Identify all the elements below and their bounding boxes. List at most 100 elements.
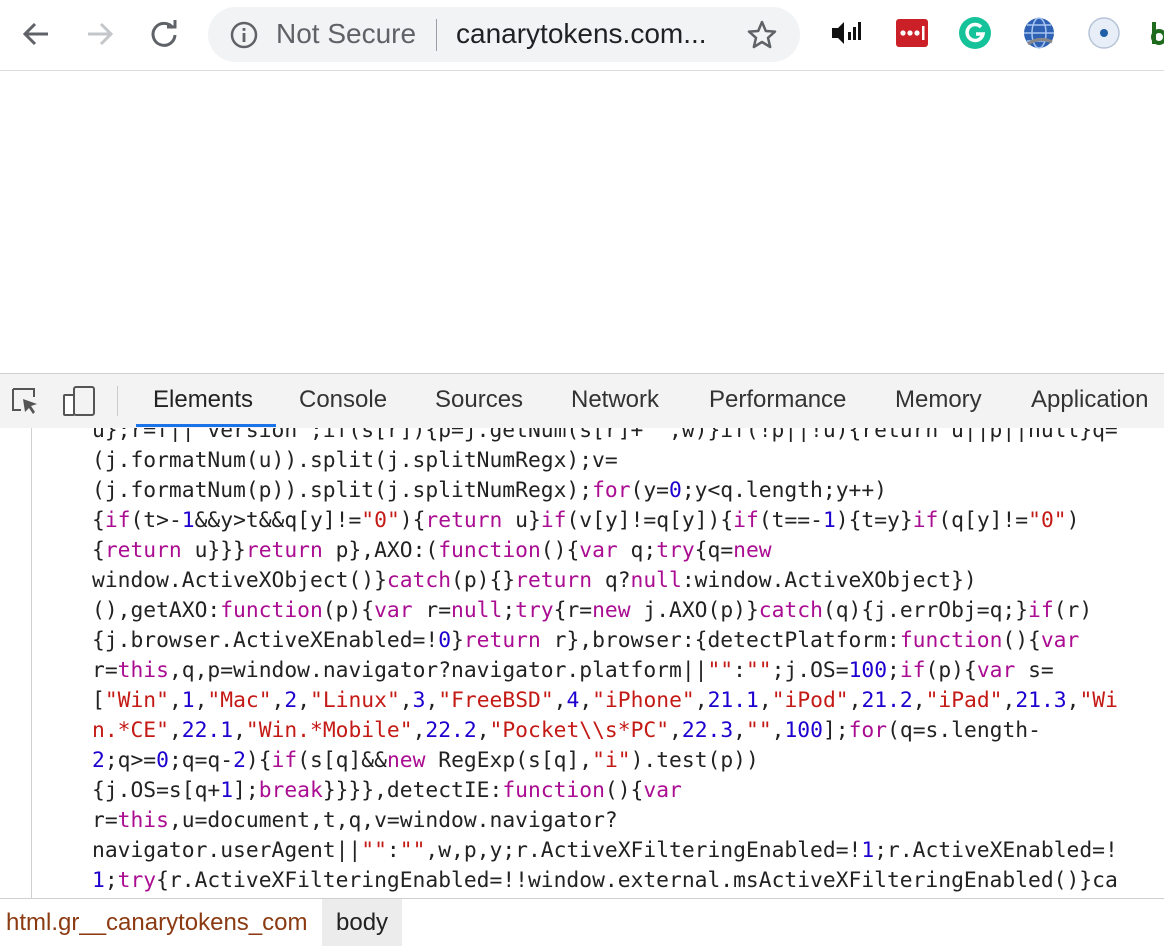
tab-network[interactable]: Network — [571, 386, 659, 414]
code-token: navigator.userAgent|| — [92, 838, 362, 863]
code-token: &&y>t&&q[y]!= — [194, 508, 362, 533]
code-token: try — [656, 538, 695, 563]
code-line: r=this,u=document,t,q,v=window.navigator… — [92, 806, 1118, 836]
code-token: "" — [399, 838, 426, 863]
tab-memory[interactable]: Memory — [895, 386, 982, 414]
code-token: , — [271, 688, 285, 713]
security-status[interactable]: Not Secure — [276, 18, 416, 50]
globe-icon[interactable] — [1022, 16, 1056, 50]
tab-console[interactable]: Console — [299, 386, 387, 414]
script-source-code[interactable]: u};r=f|| version ;if(s[r]){p=j.getNum(s[… — [92, 428, 1118, 898]
code-token: (q[y]!= — [938, 508, 1029, 533]
code-token: null — [451, 598, 503, 623]
code-token: (t>- — [130, 508, 182, 533]
code-token: var — [643, 778, 682, 803]
code-token: u}}} — [181, 538, 246, 563]
tab-sources[interactable]: Sources — [435, 386, 523, 414]
grammarly-icon[interactable] — [958, 16, 992, 50]
code-token: 100 — [848, 658, 888, 683]
code-token: (p){ — [925, 658, 977, 683]
code-token: , — [168, 688, 182, 713]
lastpass-icon[interactable] — [895, 16, 929, 50]
toolbar-divider — [117, 386, 118, 416]
tab-application[interactable]: Application — [1031, 386, 1148, 414]
extension-b-icon[interactable] — [1150, 16, 1164, 50]
code-token: } — [451, 628, 464, 653]
code-token: , — [579, 688, 593, 713]
code-token: "FreeBSD" — [438, 688, 554, 713]
code-token: "iPhone" — [592, 688, 695, 713]
code-token: this — [117, 808, 169, 833]
tab-elements[interactable]: Elements — [153, 386, 253, 414]
code-token: : — [733, 658, 746, 683]
code-token: u} — [502, 508, 541, 533]
address-bar[interactable]: Not Secure canarytokens.com... — [208, 7, 800, 62]
code-token: 1 — [861, 838, 875, 863]
code-token: 22.3 — [681, 718, 734, 743]
code-token: : — [386, 838, 400, 863]
code-token: new — [733, 538, 772, 563]
back-button[interactable] — [16, 14, 56, 54]
code-token: , — [848, 688, 862, 713]
code-token: 2 — [92, 748, 105, 773]
code-token: { — [92, 508, 105, 533]
sound-bars-icon[interactable] — [830, 16, 864, 50]
forward-button[interactable] — [80, 14, 120, 54]
breadcrumb-html[interactable]: html.gr__canarytokens_com — [0, 899, 321, 946]
devtools-tab-bar: Elements Console Sources Network Perform… — [0, 373, 1164, 429]
code-line: 2;q>=0;q=q-2){if(s[q]&&new RegExp(s[q],"… — [92, 746, 1118, 776]
code-line: (j.formatNum(p)).split(j.splitNumRegx);f… — [92, 476, 1118, 506]
code-token: (v[y]!=q[y]){ — [566, 508, 734, 533]
code-token: function — [220, 598, 323, 623]
code-token: {q= — [694, 538, 734, 563]
code-token: (q=s.length- — [887, 718, 1041, 743]
code-token: (t==- — [758, 508, 823, 533]
device-toolbar-icon[interactable] — [62, 386, 96, 416]
bookmark-star-icon[interactable] — [746, 19, 778, 51]
code-token: if — [540, 508, 567, 533]
code-token: 22.2 — [425, 718, 477, 743]
code-token: s= — [1015, 658, 1054, 683]
code-token: "i" — [592, 748, 631, 773]
inspect-element-icon[interactable] — [10, 386, 40, 416]
code-line: r=this,q,p=window.navigator?navigator.pl… — [92, 656, 1118, 686]
tab-performance[interactable]: Performance — [709, 386, 846, 414]
code-token: r},browser:{detectPlatform: — [540, 628, 900, 653]
code-token: new — [386, 748, 426, 773]
code-token: (y= — [630, 478, 669, 503]
eye-icon[interactable] — [1087, 16, 1121, 50]
reload-button[interactable] — [144, 14, 184, 54]
code-token: ;j.OS= — [771, 658, 849, 683]
code-token: ; — [502, 598, 516, 623]
code-token: 21.3 — [1015, 688, 1067, 713]
code-token: ;r.ActiveXEnabled=! — [874, 838, 1118, 863]
code-token: ) — [1066, 508, 1080, 533]
code-token: { — [92, 538, 105, 563]
code-token: "Wi — [1079, 688, 1118, 713]
code-token: "iPad" — [925, 688, 1003, 713]
code-token: 1 — [220, 778, 234, 803]
url-text[interactable]: canarytokens.com... — [456, 18, 707, 50]
code-token: if — [912, 508, 939, 533]
active-tab-indicator — [136, 424, 276, 427]
breadcrumb-body[interactable]: body — [322, 899, 403, 946]
code-token: j.AXO(p)} — [630, 598, 759, 623]
code-token: function — [502, 778, 605, 803]
code-token: n.*CE" — [92, 718, 169, 743]
info-icon[interactable] — [230, 21, 258, 49]
code-line: u};r=f|| version ;if(s[r]){p=j.getNum(s[… — [92, 428, 1118, 446]
code-token: (){ — [540, 538, 580, 563]
code-token: "Win" — [104, 688, 169, 713]
code-token: if — [104, 508, 131, 533]
code-token: return — [463, 628, 541, 653]
code-token: {j.OS=s[q+ — [92, 778, 221, 803]
code-token: ,u=document,t,q,v=window.navigator? — [168, 808, 618, 833]
code-token: , — [733, 718, 746, 743]
code-token: ){ — [245, 748, 272, 773]
code-token: 3 — [412, 688, 426, 713]
code-token: 1 — [181, 508, 195, 533]
code-token: (),getAXO: — [92, 598, 221, 623]
code-token: , — [412, 718, 426, 743]
elements-source-panel[interactable]: u};r=f|| version ;if(s[r]){p=j.getNum(s[… — [0, 428, 1164, 898]
code-token: , — [553, 688, 567, 713]
